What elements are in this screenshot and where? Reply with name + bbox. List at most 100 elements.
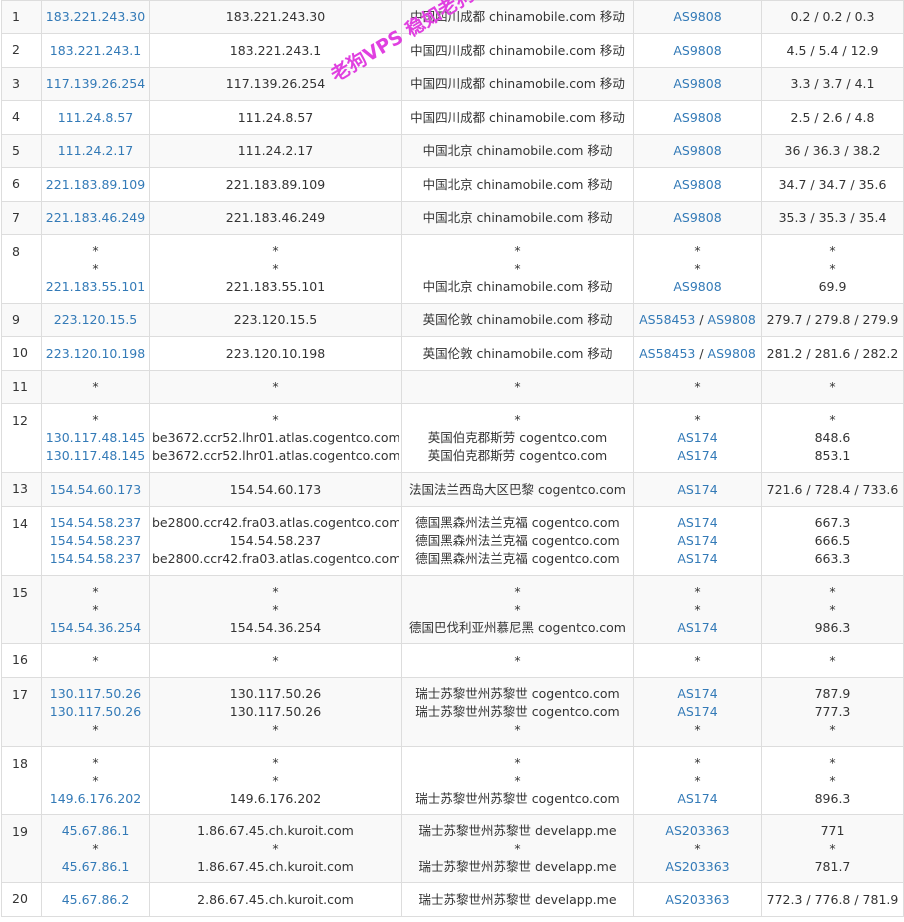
hostname: *	[272, 412, 279, 427]
ip-address[interactable]: 221.183.89.109	[44, 176, 147, 194]
ip-address[interactable]: 154.54.60.173	[44, 481, 147, 499]
asn-link[interactable]: AS174	[677, 551, 717, 566]
asn-link[interactable]: AS9808	[673, 143, 721, 158]
host-cell: 183.221.243.1	[149, 33, 402, 68]
asn-line: AS9808	[636, 209, 759, 227]
rtt-value: *	[829, 412, 836, 427]
hostname: 154.54.58.237	[229, 533, 322, 548]
ip-address[interactable]: 149.6.176.202	[44, 790, 147, 808]
asn-separator: /	[695, 312, 708, 327]
asn-cell: AS9808	[633, 134, 762, 168]
ip-address[interactable]: 130.117.48.145	[44, 447, 147, 465]
hostname: *	[272, 754, 279, 770]
ip-address[interactable]: 45.67.86.1	[44, 858, 147, 876]
ip-address[interactable]: 221.183.46.249	[44, 209, 147, 227]
ip-address[interactable]: 154.54.58.237	[44, 550, 147, 568]
ip-address[interactable]: 111.24.8.57	[44, 109, 147, 127]
rtt-value: 281.2 / 281.6 / 282.2	[766, 345, 899, 361]
hostname: 154.54.60.173	[229, 481, 322, 497]
rtt-cell: 4.5 / 5.4 / 12.9	[761, 33, 904, 68]
asn-link[interactable]: AS203363	[665, 859, 729, 874]
rtt-value: *	[829, 754, 836, 770]
rtt-value: 2.5 / 2.6 / 4.8	[790, 109, 875, 125]
host-cell: 183.221.243.30	[149, 0, 402, 34]
hop-row: 12 * 130.117.48.145 130.117.48.145 * be3672.c…	[1, 403, 904, 473]
ip-address: *	[92, 601, 99, 617]
location-cell: * * 德国巴伐利亚州慕尼黑 cogentco.com	[401, 575, 634, 644]
asn-link[interactable]: AS174	[677, 533, 717, 548]
location-cell: 瑞士苏黎世州苏黎世 develapp.me * 瑞士苏黎世州苏黎世 develapp…	[401, 814, 634, 883]
asn-link[interactable]: AS174	[677, 686, 717, 701]
hostname: *	[272, 379, 279, 394]
ip-address[interactable]: 117.139.26.254	[44, 75, 147, 93]
hostname: be3672.ccr52.lhr01.atlas.cogentco.com	[152, 448, 399, 463]
rtt-cell: 35.3 / 35.3 / 35.4	[761, 201, 904, 235]
rtt-value: 4.5 / 5.4 / 12.9	[786, 42, 879, 58]
traceroute-body: 1 183.221.243.30 183.221.243.30 中国四川成都 chin…	[1, 0, 904, 917]
asn-line: AS174	[636, 703, 759, 721]
rtt-value: *	[829, 601, 836, 617]
ip-address[interactable]: 183.221.243.1	[44, 42, 147, 60]
asn-link[interactable]: AS9808	[673, 9, 721, 24]
asn-link[interactable]: AS174	[677, 482, 717, 497]
hostname: be3672.ccr52.lhr01.atlas.cogentco.com	[152, 430, 399, 445]
ip-address[interactable]: 154.54.58.237	[44, 514, 147, 532]
asn-link[interactable]: AS58453	[639, 346, 695, 361]
asn-link[interactable]: AS174	[677, 448, 717, 463]
location: 英国伯克郡斯劳 cogentco.com	[427, 430, 608, 445]
asn-link[interactable]: AS9808	[673, 43, 721, 58]
asn-link[interactable]: AS9808	[708, 346, 756, 361]
ip-address[interactable]: 111.24.2.17	[44, 142, 147, 160]
ip-address[interactable]: 223.120.15.5	[44, 311, 147, 329]
hop-row: 3 117.139.26.254 117.139.26.254 中国四川成都 chin…	[1, 67, 904, 101]
asn-link[interactable]: AS9808	[673, 279, 721, 294]
rtt-value: 666.5	[814, 533, 851, 548]
asn-link[interactable]: AS174	[677, 704, 717, 719]
asn-line: AS9808	[636, 8, 759, 26]
hop-number-cell: 8	[1, 234, 42, 304]
ip-address[interactable]: 154.54.58.237	[44, 532, 147, 550]
ip-address[interactable]: 221.183.55.101	[44, 278, 147, 296]
rtt-cell: * * 69.9	[761, 234, 904, 304]
hostname: be2800.ccr42.fra03.atlas.cogentco.com	[152, 551, 399, 566]
hop-number-cell: 4	[1, 100, 42, 135]
location: 中国四川成都 chinamobile.com 移动	[410, 109, 625, 125]
asn-line: AS203363	[636, 858, 759, 876]
asn-link[interactable]: AS9808	[673, 76, 721, 91]
asn-link[interactable]: AS174	[677, 620, 717, 635]
asn-link[interactable]: AS174	[677, 430, 717, 445]
ip-address[interactable]: 45.67.86.2	[44, 891, 147, 909]
location: *	[514, 412, 521, 427]
asn-link[interactable]: AS174	[677, 515, 717, 530]
ip-address[interactable]: 130.117.50.26	[44, 703, 147, 721]
host-cell: 221.183.89.109	[149, 167, 402, 202]
asn-link[interactable]: AS9808	[673, 110, 721, 125]
asn-link: *	[694, 601, 701, 617]
location: *	[514, 722, 521, 737]
asn-link[interactable]: AS9808	[673, 177, 721, 192]
hop-row: 7 221.183.46.249 221.183.46.249 中国北京 chinam…	[1, 201, 904, 235]
asn-link[interactable]: AS203363	[665, 823, 729, 838]
asn-link[interactable]: AS9808	[708, 312, 756, 327]
hop-number: 11	[12, 379, 28, 394]
ip-address[interactable]: 130.117.48.145	[44, 429, 147, 447]
asn-link[interactable]: AS203363	[665, 892, 729, 907]
asn-cell: AS9808	[633, 167, 762, 202]
hostname: *	[272, 243, 279, 258]
rtt-cell: 36 / 36.3 / 38.2	[761, 134, 904, 168]
hostname: *	[272, 261, 279, 276]
asn-link[interactable]: AS58453	[639, 312, 695, 327]
ip-address[interactable]: 45.67.86.1	[44, 822, 147, 840]
asn-line: AS9808	[636, 142, 759, 160]
hop-number-cell: 18	[1, 746, 42, 815]
rtt-value: 0.2 / 0.2 / 0.3	[790, 9, 875, 24]
ip-address[interactable]: 154.54.36.254	[44, 619, 147, 637]
ip-address[interactable]: 223.120.10.198	[44, 345, 147, 363]
rtt-cell: 34.7 / 34.7 / 35.6	[761, 167, 904, 202]
asn-link[interactable]: AS9808	[673, 210, 721, 225]
asn-line: AS174	[636, 429, 759, 447]
ip-address[interactable]: 130.117.50.26	[44, 685, 147, 703]
hop-number: 20	[12, 891, 28, 906]
ip-address[interactable]: 183.221.243.30	[44, 8, 147, 26]
asn-link[interactable]: AS174	[677, 791, 717, 806]
